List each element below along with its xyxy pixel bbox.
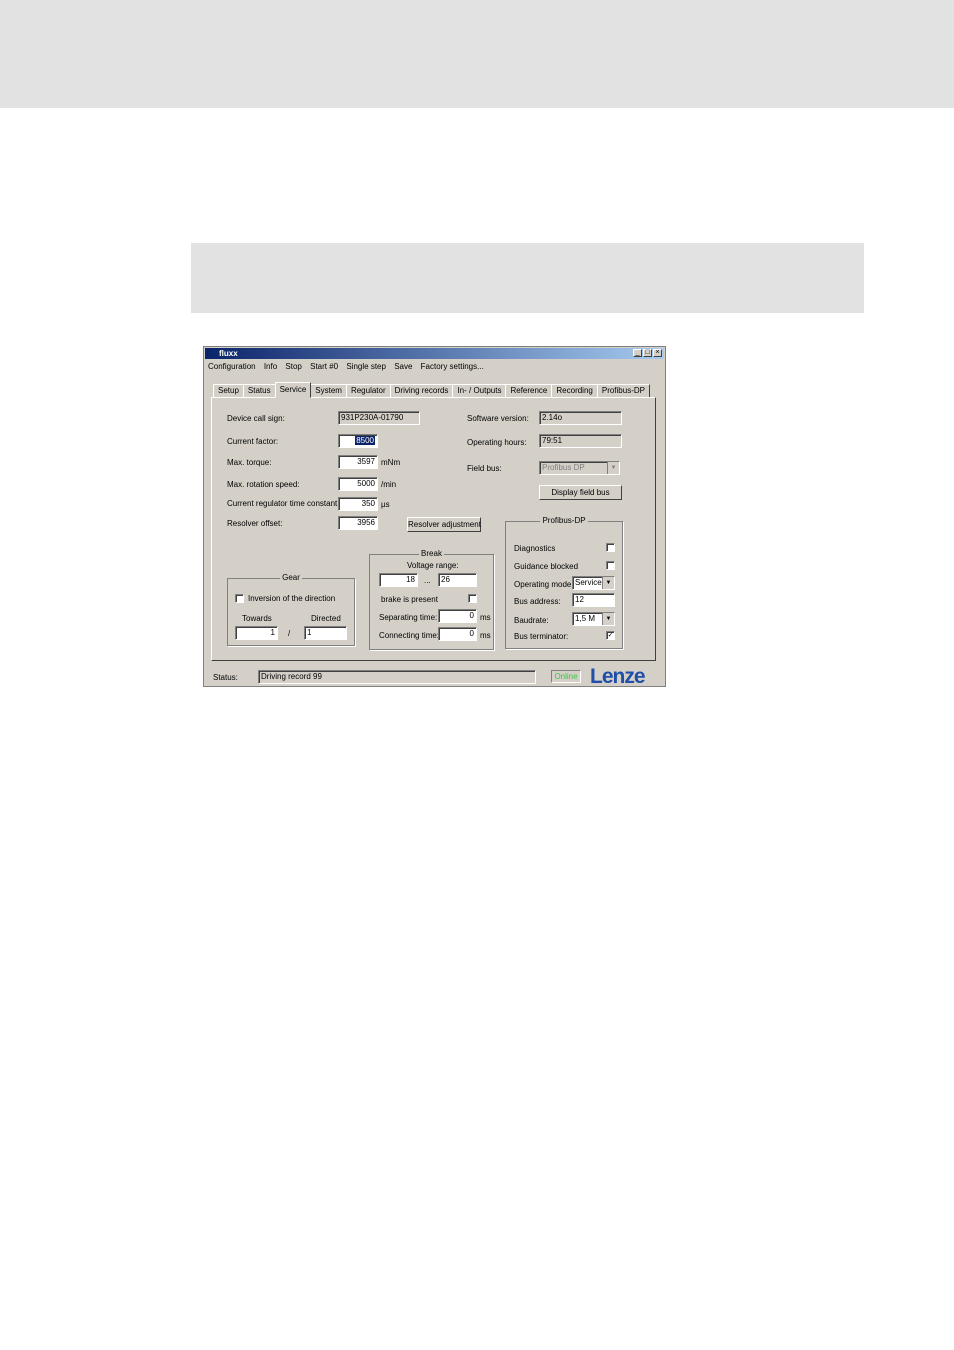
current-regulator-label: Current regulator time constant: <box>227 499 340 508</box>
online-indicator: Online <box>551 670 581 683</box>
tab-profibus-dp[interactable]: Profibus-DP <box>596 384 650 398</box>
current-regulator-field[interactable]: 350 <box>338 497 378 511</box>
connecting-time-unit: ms <box>480 631 491 640</box>
profibus-title: Profibus-DP <box>540 516 588 525</box>
resolver-offset-label: Resolver offset: <box>227 519 283 528</box>
inversion-checkbox[interactable] <box>235 594 244 603</box>
max-torque-unit: mNm <box>381 458 401 467</box>
tab-system[interactable]: System <box>310 384 347 398</box>
voltage-max-field[interactable]: 26 <box>438 573 477 587</box>
baudrate-label: Baudrate: <box>514 616 549 625</box>
max-rotation-speed-unit: /min <box>381 480 397 489</box>
status-row: Status: Driving record 99 Online Lenze <box>204 665 665 688</box>
operating-hours-field: 79:51 <box>539 434 622 448</box>
menu-start[interactable]: Start #0 <box>310 362 338 371</box>
software-version-label: Software version: <box>467 414 529 423</box>
tab-driving-records[interactable]: Driving records <box>389 384 454 398</box>
window-title: fluxx <box>219 349 238 358</box>
brake-group: Break Voltage range: 18 ... 26 brake is … <box>369 549 494 650</box>
chevron-down-icon: ▼ <box>607 462 619 474</box>
display-field-bus-button[interactable]: Display field bus <box>539 485 622 500</box>
max-rotation-speed-field[interactable]: 5000 <box>338 477 378 491</box>
minimize-icon[interactable]: _ <box>633 349 642 357</box>
menu-factory-settings[interactable]: Factory settings... <box>421 362 484 371</box>
title-bar[interactable]: fluxx _ □ × <box>205 348 664 359</box>
menu-configuration[interactable]: Configuration <box>208 362 256 371</box>
caption-band <box>191 243 864 313</box>
brake-present-label: brake is present <box>381 595 438 604</box>
current-factor-field[interactable]: 8500 <box>338 434 378 448</box>
baudrate-select[interactable]: 1,5 M ▼ <box>572 612 615 626</box>
field-bus-label: Field bus: <box>467 464 502 473</box>
menu-single-step[interactable]: Single step <box>346 362 386 371</box>
status-field: Driving record 99 <box>258 670 536 684</box>
current-regulator-unit: µs <box>381 500 390 509</box>
tab-regulator[interactable]: Regulator <box>345 384 391 398</box>
connecting-time-label: Connecting time: <box>379 631 440 640</box>
separating-time-label: Separating time: <box>379 613 438 622</box>
diagnostics-checkbox[interactable] <box>606 543 615 552</box>
inversion-label: Inversion of the direction <box>248 594 336 603</box>
tab-reference[interactable]: Reference <box>505 384 553 398</box>
tab-setup[interactable]: Setup <box>213 384 244 398</box>
diagnostics-label: Diagnostics <box>514 544 556 553</box>
separating-time-field[interactable]: 0 <box>438 609 477 623</box>
menu-bar: Configuration Info Stop Start #0 Single … <box>208 362 490 373</box>
max-torque-label: Max. torque: <box>227 458 272 467</box>
bus-address-label: Bus address: <box>514 597 561 606</box>
header-band <box>0 0 954 108</box>
lenze-logo: Lenze <box>590 665 646 688</box>
gear-title: Gear <box>280 573 302 582</box>
connecting-time-field[interactable]: 0 <box>438 627 477 641</box>
service-panel: Device call sign: 931P230A-01790 Current… <box>211 397 656 661</box>
max-torque-field[interactable]: 3597 <box>338 455 378 469</box>
device-call-sign-field: 931P230A-01790 <box>338 411 420 425</box>
bus-terminator-label: Bus terminator: <box>514 632 569 641</box>
status-label: Status: <box>213 673 238 682</box>
profibus-group: Profibus-DP Diagnostics Guidance blocked… <box>505 516 623 649</box>
device-call-sign-label: Device call sign: <box>227 414 285 423</box>
operating-mode-label: Operating mode: <box>514 580 574 589</box>
directed-field[interactable]: 1 <box>304 626 347 640</box>
gear-ratio-separator: / <box>288 629 291 638</box>
gear-group: Gear Inversion of the direction Towards … <box>227 573 355 646</box>
directed-label: Directed <box>311 614 341 623</box>
close-icon[interactable]: × <box>653 349 662 357</box>
towards-field[interactable]: 1 <box>235 626 278 640</box>
menu-info[interactable]: Info <box>264 362 277 371</box>
voltage-range-label: Voltage range: <box>407 561 459 570</box>
tab-recording[interactable]: Recording <box>551 384 598 398</box>
chevron-down-icon[interactable]: ▼ <box>602 577 614 589</box>
resolver-adjustment-button[interactable]: Resolver adjustment <box>407 517 481 532</box>
chevron-down-icon[interactable]: ▼ <box>602 613 614 625</box>
maximize-icon[interactable]: □ <box>643 349 652 357</box>
tab-strip: Setup Status Service System Regulator Driving… <box>213 382 650 398</box>
max-rotation-speed-label: Max. rotation speed: <box>227 480 300 489</box>
menu-save[interactable]: Save <box>394 362 412 371</box>
guidance-blocked-label: Guidance blocked <box>514 562 579 571</box>
voltage-min-field[interactable]: 18 <box>379 573 418 587</box>
brake-title: Break <box>419 549 444 558</box>
field-bus-select: Profibus DP ▼ <box>539 461 620 475</box>
current-factor-label: Current factor: <box>227 437 279 446</box>
tab-service[interactable]: Service <box>274 382 312 398</box>
menu-stop[interactable]: Stop <box>285 362 301 371</box>
operating-hours-label: Operating hours: <box>467 438 527 447</box>
bus-terminator-checkbox[interactable]: ✓ <box>606 631 615 640</box>
tab-status[interactable]: Status <box>242 384 276 398</box>
brake-present-checkbox[interactable] <box>468 594 477 603</box>
operating-mode-select[interactable]: Service ▼ <box>572 576 615 590</box>
resolver-offset-field[interactable]: 3956 <box>338 516 378 530</box>
guidance-blocked-checkbox[interactable] <box>606 561 615 570</box>
fluxx-window: fluxx _ □ × Configuration Info Stop Star… <box>203 346 666 688</box>
separating-time-unit: ms <box>480 613 491 622</box>
bus-address-field[interactable]: 12 <box>572 593 615 607</box>
software-version-field: 2.14o <box>539 411 622 425</box>
towards-label: Towards <box>242 614 272 623</box>
tab-in-outputs[interactable]: In- / Outputs <box>452 384 507 398</box>
voltage-range-separator: ... <box>424 576 431 585</box>
